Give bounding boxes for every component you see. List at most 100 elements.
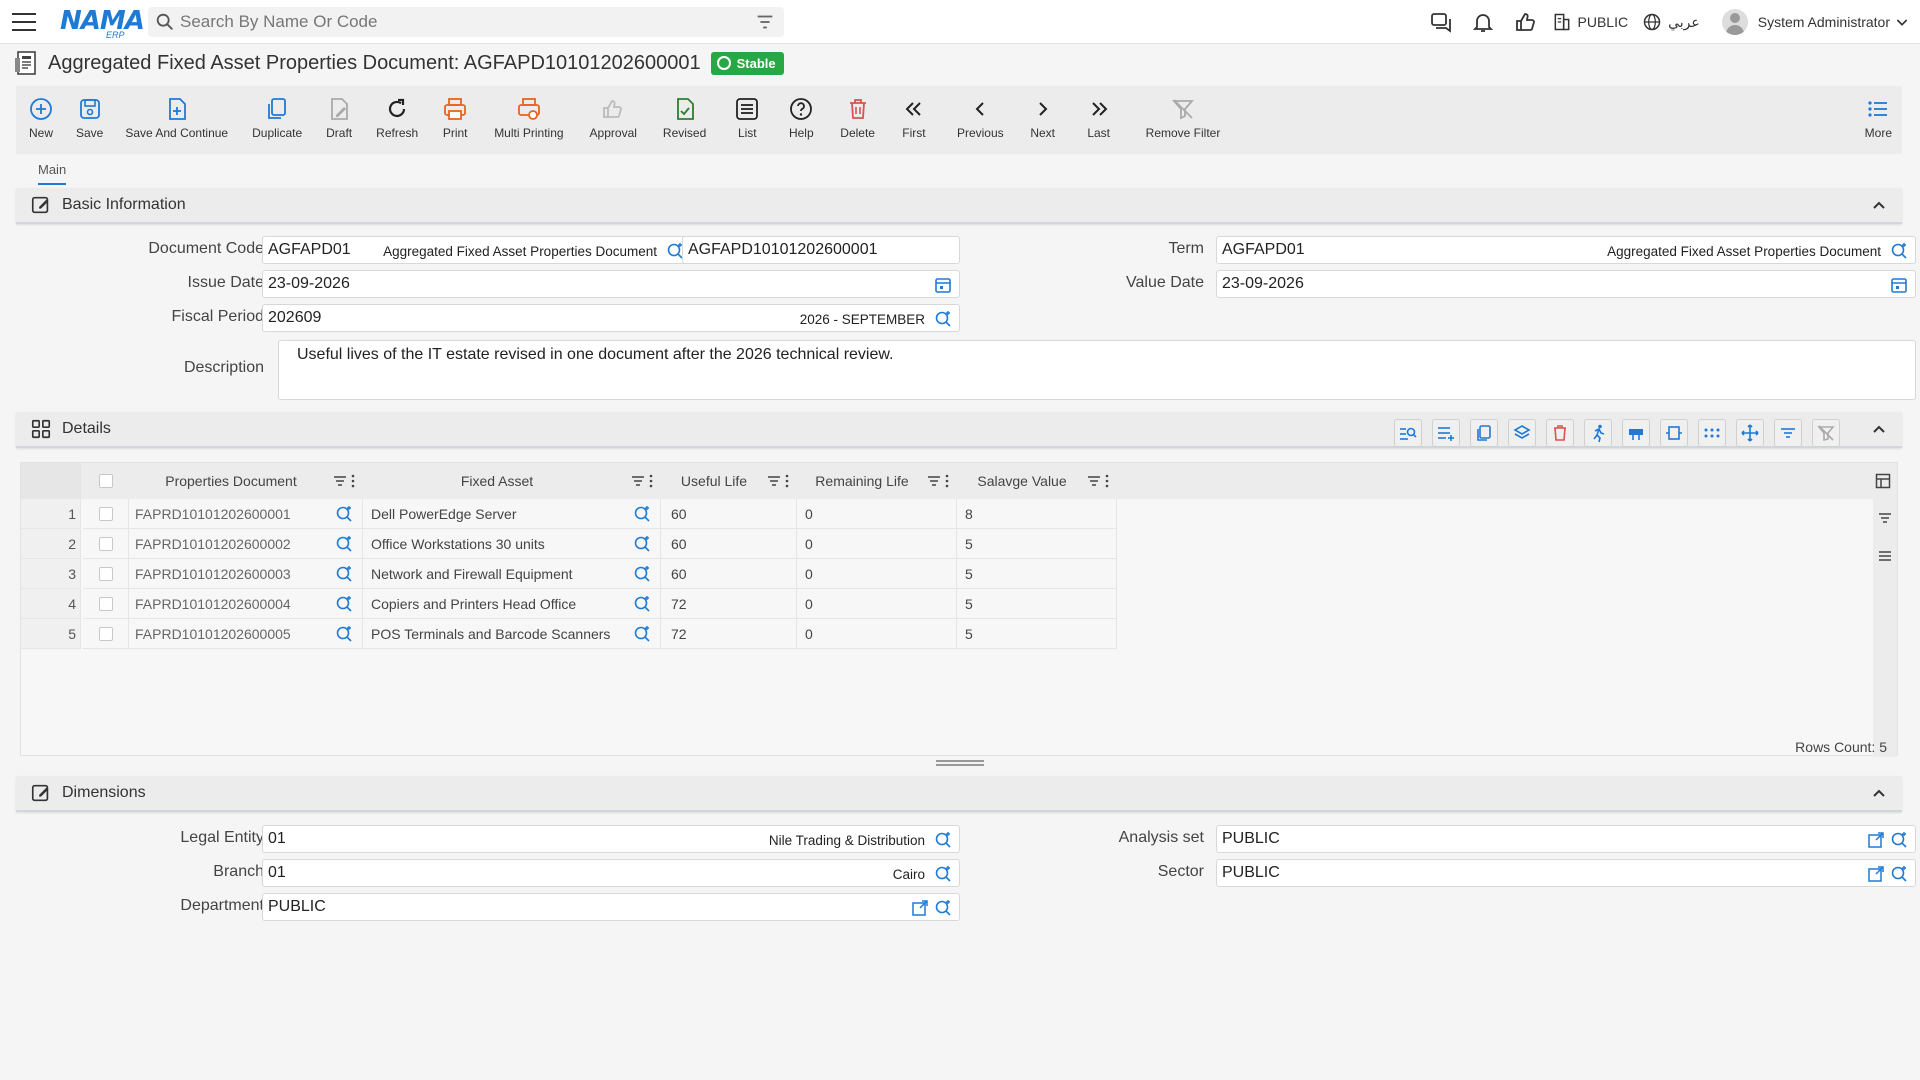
more-button[interactable]: More (1865, 86, 1892, 140)
lookup-icon[interactable] (334, 564, 354, 584)
row-select-cell[interactable] (83, 499, 129, 529)
save-button[interactable]: Save (76, 86, 103, 140)
useful-life-cell[interactable]: 60 (661, 499, 797, 529)
last-button[interactable]: Last (1086, 86, 1112, 140)
fiscal-period-field[interactable]: 202609 2026 - SEPTEMBER (262, 304, 960, 332)
refresh-button[interactable]: Refresh (376, 86, 418, 140)
remaining-life-cell[interactable]: 0 (797, 589, 957, 619)
messages-icon[interactable] (1428, 9, 1454, 35)
fixed-asset-cell[interactable]: Copiers and Printers Head Office (363, 589, 661, 619)
lookup-icon[interactable] (334, 594, 354, 614)
external-link-icon[interactable] (911, 899, 929, 917)
dimensions-header[interactable]: Dimensions (16, 776, 1902, 812)
row-select-cell[interactable] (83, 529, 129, 559)
fixed-asset-cell[interactable]: POS Terminals and Barcode Scanners (363, 619, 661, 649)
row-select-cell[interactable] (83, 619, 129, 649)
column-header-properties-document[interactable]: Properties Document (129, 463, 363, 499)
lookup-icon[interactable] (1889, 830, 1909, 850)
properties-document-cell[interactable]: FAPRD10101202600002 (129, 529, 363, 559)
lookup-icon[interactable] (632, 624, 652, 644)
fit-columns-button[interactable] (1660, 419, 1688, 447)
column-header-fixed-asset[interactable]: Fixed Asset (363, 463, 661, 499)
salvage-value-cell[interactable]: 5 (957, 559, 1117, 589)
table-row[interactable]: 4 FAPRD10101202600004 Copiers and Printers… (21, 589, 1117, 619)
approval-button[interactable]: Approval (590, 86, 637, 140)
branch-field[interactable]: 01 Cairo (262, 859, 960, 887)
properties-document-cell[interactable]: FAPRD10101202600001 (129, 499, 363, 529)
search-input[interactable]: Search By Name Or Code (180, 12, 754, 32)
column-menu-icon[interactable] (1105, 474, 1109, 488)
column-menu-icon[interactable] (945, 474, 949, 488)
notifications-icon[interactable] (1470, 9, 1496, 35)
fixed-asset-cell[interactable]: Dell PowerEdge Server (363, 499, 661, 529)
search-rows-button[interactable] (1394, 419, 1422, 447)
document-number-field[interactable]: AGFAPD10101202600001 (682, 236, 960, 264)
remaining-life-cell[interactable]: 0 (797, 529, 957, 559)
properties-document-cell[interactable]: FAPRD10101202600003 (129, 559, 363, 589)
chevron-up-icon[interactable] (1872, 786, 1886, 800)
lookup-icon[interactable] (933, 898, 953, 918)
properties-document-cell[interactable]: FAPRD10101202600004 (129, 589, 363, 619)
row-checkbox[interactable] (98, 596, 113, 611)
issue-date-field[interactable]: 23-09-2026 (262, 270, 960, 298)
chevron-up-icon[interactable] (1872, 198, 1886, 212)
row-select-cell[interactable] (83, 589, 129, 619)
multi-printing-button[interactable]: Multi Printing (494, 86, 564, 140)
table-row[interactable]: 5 FAPRD10101202600005 POS Terminals and Ba… (21, 619, 1117, 649)
layers-button[interactable] (1508, 419, 1536, 447)
useful-life-cell[interactable]: 60 (661, 529, 797, 559)
column-menu-icon[interactable] (351, 474, 355, 488)
salvage-value-cell[interactable]: 5 (957, 529, 1117, 559)
select-all-checkbox[interactable] (99, 474, 113, 488)
useful-life-cell[interactable]: 72 (661, 619, 797, 649)
run-button[interactable] (1584, 419, 1612, 447)
column-header-remaining-life[interactable]: Remaining Life (797, 463, 957, 499)
department-field[interactable]: PUBLIC (262, 893, 960, 921)
basic-information-header[interactable]: Basic Information (16, 188, 1902, 224)
global-search[interactable]: Search By Name Or Code (148, 7, 784, 37)
calendar-icon[interactable] (1889, 275, 1909, 295)
filter-icon[interactable] (927, 474, 941, 488)
remaining-life-cell[interactable]: 0 (797, 559, 957, 589)
value-date-field[interactable]: 23-09-2026 (1216, 270, 1916, 298)
lookup-icon[interactable] (1889, 241, 1909, 261)
calendar-icon[interactable] (933, 275, 953, 295)
filter-icon[interactable] (333, 474, 347, 488)
remaining-life-cell[interactable]: 0 (797, 619, 957, 649)
delete-button[interactable]: Delete (840, 86, 875, 140)
table-row[interactable]: 2 FAPRD10101202600002 Office Workstations … (21, 529, 1117, 559)
external-link-icon[interactable] (1867, 831, 1885, 849)
useful-life-cell[interactable]: 72 (661, 589, 797, 619)
remaining-life-cell[interactable]: 0 (797, 499, 957, 529)
company-selector[interactable]: PUBLIC (1552, 12, 1628, 32)
more-dots-button[interactable] (1698, 419, 1726, 447)
save-and-continue-button[interactable]: Save And Continue (125, 86, 228, 140)
document-code-field[interactable]: AGFAPD01 Aggregated Fixed Asset Properti… (262, 236, 692, 264)
lookup-icon[interactable] (933, 309, 953, 329)
columns-icon[interactable] (1875, 473, 1891, 489)
row-checkbox[interactable] (98, 626, 113, 641)
salvage-value-cell[interactable]: 5 (957, 619, 1117, 649)
next-button[interactable]: Next (1030, 86, 1056, 140)
details-header[interactable]: Details (16, 412, 1902, 448)
useful-life-cell[interactable]: 60 (661, 559, 797, 589)
language-selector[interactable]: عربي (1642, 12, 1700, 32)
first-button[interactable]: First (901, 86, 927, 140)
row-checkbox[interactable] (98, 566, 113, 581)
move-button[interactable] (1736, 419, 1764, 447)
filter-icon[interactable] (631, 474, 645, 488)
lookup-icon[interactable] (632, 564, 652, 584)
list-button[interactable]: List (734, 86, 760, 140)
description-field[interactable]: Useful lives of the IT estate revised in… (278, 340, 1916, 400)
resize-handle[interactable] (936, 760, 984, 766)
row-checkbox[interactable] (98, 536, 113, 551)
column-menu-icon[interactable] (649, 474, 653, 488)
draft-button[interactable]: Draft (326, 86, 352, 140)
table-row[interactable]: 3 FAPRD10101202600003 Network and Firewall… (21, 559, 1117, 589)
grid-view-button[interactable] (1622, 419, 1650, 447)
filter-icon[interactable] (754, 11, 776, 33)
user-menu[interactable]: System Administrator (1721, 9, 1910, 35)
delete-rows-button[interactable] (1546, 419, 1574, 447)
filter-icon[interactable] (1878, 511, 1892, 525)
lookup-icon[interactable] (334, 504, 354, 524)
